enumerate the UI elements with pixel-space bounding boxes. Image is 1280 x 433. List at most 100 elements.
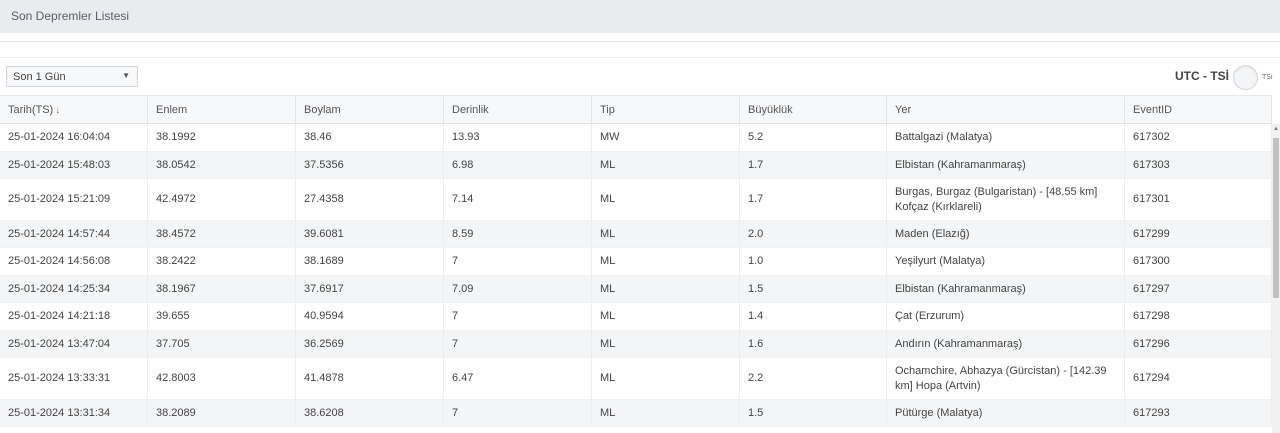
cell-type: ML bbox=[592, 331, 740, 357]
cell-date: 25-01-2024 13:33:31 bbox=[0, 358, 148, 399]
arrow-down-icon[interactable]: ↓ bbox=[55, 105, 60, 116]
cell-depth: 7.09 bbox=[444, 276, 592, 302]
column-header-label: EventID bbox=[1133, 104, 1173, 116]
timezone-toggle-state: TSi bbox=[1262, 74, 1273, 81]
cell-lat: 42.8003 bbox=[148, 358, 296, 399]
column-header-date[interactable]: Tarih(TS) ↓ bbox=[0, 96, 148, 124]
cell-date: 25-01-2024 14:21:18 bbox=[0, 303, 148, 330]
cell-lon: 27.4358 bbox=[296, 179, 444, 220]
cell-event: 617294 bbox=[1125, 358, 1272, 399]
column-header-mag[interactable]: Büyüklük bbox=[740, 96, 887, 124]
cell-lat: 38.0542 bbox=[148, 152, 296, 178]
cell-lat: 37.705 bbox=[148, 331, 296, 357]
cell-place: Elbistan (Kahramanmaraş) bbox=[887, 276, 1125, 302]
cell-mag: 2.0 bbox=[740, 221, 887, 247]
period-select[interactable]: Son 1 Gün ▼ bbox=[6, 66, 138, 87]
page-header: Son Depremler Listesi bbox=[0, 0, 1280, 33]
cell-event: 617299 bbox=[1125, 221, 1272, 247]
cell-event: 617302 bbox=[1125, 124, 1272, 151]
scroll-up-icon[interactable]: ▲ bbox=[1272, 124, 1280, 134]
column-header-label: Derinlik bbox=[452, 104, 489, 116]
cell-type: ML bbox=[592, 179, 740, 220]
column-header-lat[interactable]: Enlem bbox=[148, 96, 296, 124]
cell-lon: 41.4878 bbox=[296, 358, 444, 399]
column-header-place[interactable]: Yer bbox=[887, 96, 1125, 124]
table-row[interactable]: 25-01-2024 14:25:34 38.1967 37.6917 7.09 ML 1… bbox=[0, 276, 1272, 303]
cell-place: Yeşilyurt (Malatya) bbox=[887, 248, 1125, 275]
cell-depth: 7 bbox=[444, 303, 592, 330]
cell-date: 25-01-2024 15:48:03 bbox=[0, 152, 148, 178]
cell-type: ML bbox=[592, 248, 740, 275]
header-gap bbox=[0, 33, 1280, 41]
table-row[interactable]: 25-01-2024 13:31:34 38.2089 38.6208 7 ML 1.5 P… bbox=[0, 400, 1272, 427]
page-title: Son Depremler Listesi bbox=[11, 9, 130, 23]
cell-place: Andırın (Kahramanmaraş) bbox=[887, 331, 1125, 357]
cell-type: MW bbox=[592, 124, 740, 151]
timezone-toggle[interactable] bbox=[1233, 65, 1258, 90]
cell-mag: 2.2 bbox=[740, 358, 887, 399]
column-header-label: Tip bbox=[600, 104, 615, 116]
cell-lon: 39.6081 bbox=[296, 221, 444, 247]
table-header: Tarih(TS) ↓ Enlem Boylam Derinlik Tip Büyüklük… bbox=[0, 95, 1272, 124]
cell-type: ML bbox=[592, 400, 740, 426]
cell-lon: 37.6917 bbox=[296, 276, 444, 302]
scroll-thumb[interactable] bbox=[1273, 138, 1279, 298]
cell-lat: 38.1967 bbox=[148, 276, 296, 302]
cell-mag: 1.5 bbox=[740, 276, 887, 302]
cell-lon: 38.6208 bbox=[296, 400, 444, 426]
cell-event: 617298 bbox=[1125, 303, 1272, 330]
table-row[interactable]: 25-01-2024 15:48:03 38.0542 37.5356 6.98 ML 1… bbox=[0, 152, 1272, 179]
cell-lon: 40.9594 bbox=[296, 303, 444, 330]
cell-lon: 37.5356 bbox=[296, 152, 444, 178]
cell-depth: 6.47 bbox=[444, 358, 592, 399]
column-header-label: Büyüklük bbox=[748, 104, 793, 116]
cell-lon: 36.2569 bbox=[296, 331, 444, 357]
cell-event: 617303 bbox=[1125, 152, 1272, 178]
table-row[interactable]: 25-01-2024 14:21:18 39.655 40.9594 7 ML 1.4 Ça… bbox=[0, 303, 1272, 331]
column-header-event[interactable]: EventID bbox=[1125, 96, 1272, 124]
period-select-value: Son 1 Gün bbox=[13, 71, 66, 83]
column-header-type[interactable]: Tip bbox=[592, 96, 740, 124]
cell-lat: 38.1992 bbox=[148, 124, 296, 151]
table-row[interactable]: 25-01-2024 15:21:09 42.4972 27.4358 7.14 ML 1… bbox=[0, 179, 1272, 221]
cell-event: 617293 bbox=[1125, 400, 1272, 426]
cell-lon: 38.1689 bbox=[296, 248, 444, 275]
table-row[interactable]: 25-01-2024 13:47:04 37.705 36.2569 7 ML 1.6 An… bbox=[0, 331, 1272, 358]
timezone-label: UTC - TSİ bbox=[1175, 69, 1229, 83]
cell-mag: 1.5 bbox=[740, 400, 887, 426]
column-header-depth[interactable]: Derinlik bbox=[444, 96, 592, 124]
table-row[interactable]: 25-01-2024 14:56:08 38.2422 38.1689 7 ML 1.0 Y… bbox=[0, 248, 1272, 276]
cell-event: 617297 bbox=[1125, 276, 1272, 302]
cell-type: ML bbox=[592, 221, 740, 247]
cell-event: 617301 bbox=[1125, 179, 1272, 220]
cell-event: 617300 bbox=[1125, 248, 1272, 275]
cell-depth: 13.93 bbox=[444, 124, 592, 151]
column-header-lon[interactable]: Boylam bbox=[296, 96, 444, 124]
cell-lat: 38.4572 bbox=[148, 221, 296, 247]
cell-place: Burgas, Burgaz (Bulgaristan) - [48.55 km… bbox=[887, 179, 1125, 220]
cell-lon: 38.46 bbox=[296, 124, 444, 151]
cell-mag: 1.6 bbox=[740, 331, 887, 357]
cell-depth: 7 bbox=[444, 248, 592, 275]
table-row[interactable]: 25-01-2024 14:57:44 38.4572 39.6081 8.59 ML 2… bbox=[0, 221, 1272, 248]
cell-lat: 38.2089 bbox=[148, 400, 296, 426]
table-row[interactable]: 25-01-2024 13:33:31 42.8003 41.4878 6.47 ML 2… bbox=[0, 358, 1272, 400]
table-scrollbar[interactable]: ▲ bbox=[1272, 124, 1280, 433]
table-row[interactable]: 25-01-2024 16:04:04 38.1992 38.46 13.93 MW 5.… bbox=[0, 124, 1272, 152]
cell-lat: 39.655 bbox=[148, 303, 296, 330]
cell-lat: 38.2422 bbox=[148, 248, 296, 275]
cell-place: Pütürge (Malatya) bbox=[887, 400, 1125, 426]
cell-date: 25-01-2024 14:25:34 bbox=[0, 276, 148, 302]
cell-date: 25-01-2024 14:56:08 bbox=[0, 248, 148, 275]
cell-mag: 1.0 bbox=[740, 248, 887, 275]
cell-depth: 6.98 bbox=[444, 152, 592, 178]
cell-date: 25-01-2024 13:47:04 bbox=[0, 331, 148, 357]
divider-bar bbox=[0, 41, 1280, 58]
cell-depth: 7 bbox=[444, 331, 592, 357]
column-header-label: Enlem bbox=[156, 104, 188, 116]
cell-place: Çat (Erzurum) bbox=[887, 303, 1125, 330]
cell-depth: 7.14 bbox=[444, 179, 592, 220]
cell-place: Ochamchire, Abhazya (Gürcistan) - [142.3… bbox=[887, 358, 1125, 399]
cell-date: 25-01-2024 16:04:04 bbox=[0, 124, 148, 151]
column-header-label: Yer bbox=[895, 104, 912, 116]
